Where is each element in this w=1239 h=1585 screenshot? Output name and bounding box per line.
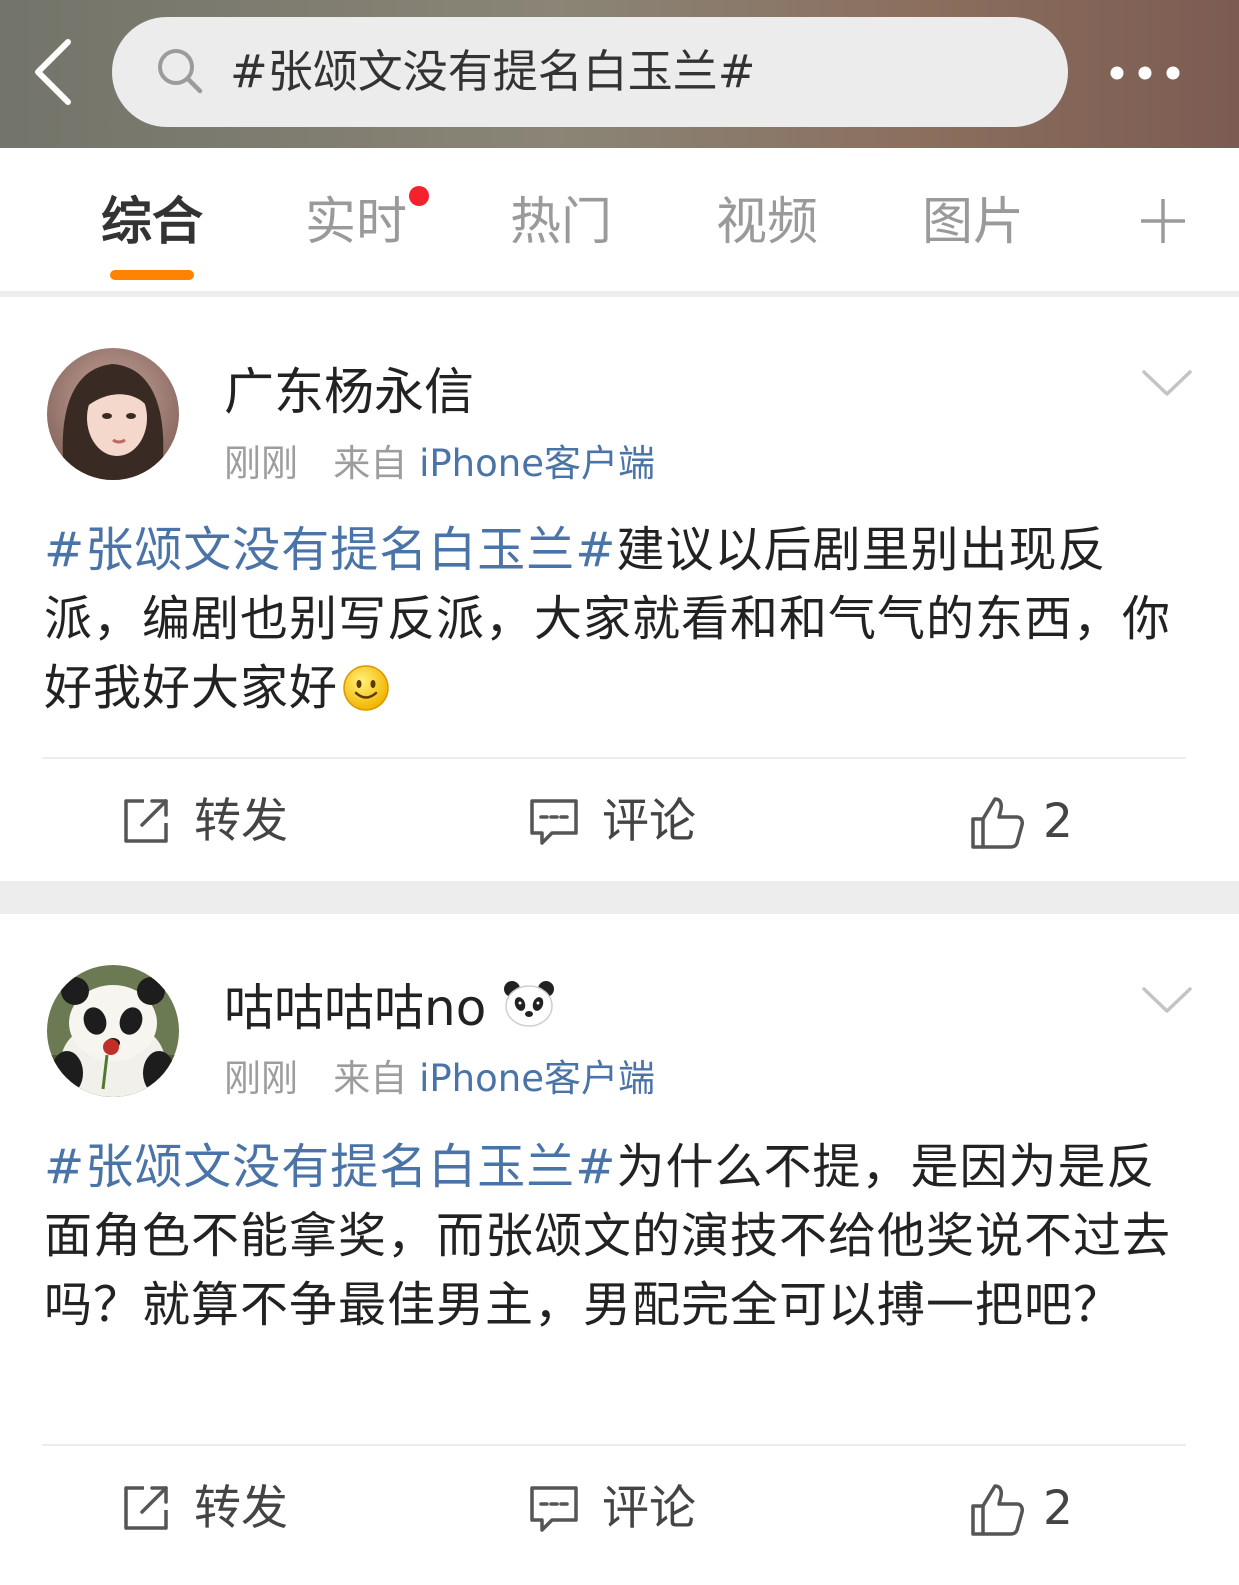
search-input[interactable]: #张颂文没有提名白玉兰#	[112, 17, 1068, 127]
topic-link[interactable]: #张颂文没有提名白玉兰#	[44, 522, 616, 578]
add-tab-plus-icon[interactable]	[1139, 197, 1187, 245]
avatar[interactable]	[47, 965, 179, 1097]
tab-realtime[interactable]: 实时	[276, 148, 436, 291]
source-prefix: 来自	[333, 1057, 408, 1100]
chevron-down-icon[interactable]	[1141, 368, 1193, 398]
repost-button[interactable]: 转发	[120, 787, 320, 857]
more-options-icon[interactable]	[1105, 56, 1193, 90]
post-time: 刚刚	[224, 1057, 298, 1100]
post-meta: 刚刚 来自 iPhone客户端	[224, 433, 655, 487]
username-text: 咕咕咕咕no	[224, 979, 487, 1037]
avatar[interactable]	[47, 348, 179, 480]
repost-label: 转发	[194, 794, 288, 849]
like-count: 2	[1043, 794, 1073, 849]
share-icon	[124, 799, 168, 843]
repost-button[interactable]: 转发	[120, 1474, 320, 1544]
panda-emoji-icon	[502, 979, 556, 1029]
comment-button[interactable]: 评论	[528, 787, 728, 857]
tab-bar: 综合 实时 热门 视频 图片	[0, 148, 1239, 291]
post-source-link[interactable]: iPhone客户端	[419, 442, 655, 485]
search-query-text: #张颂文没有提名白玉兰#	[230, 45, 756, 98]
post-separator	[0, 881, 1239, 914]
comment-label: 评论	[602, 794, 696, 849]
comment-button[interactable]: 评论	[528, 1474, 728, 1544]
repost-label: 转发	[194, 1481, 288, 1536]
thumbs-up-icon	[971, 797, 1024, 849]
search-icon	[154, 45, 206, 97]
notification-dot	[409, 186, 429, 206]
chevron-down-icon[interactable]	[1141, 985, 1193, 1015]
tabs-separator	[0, 291, 1239, 297]
top-search-bar: #张颂文没有提名白玉兰#	[0, 0, 1239, 148]
smile-emoji-icon	[342, 662, 390, 711]
post-meta: 刚刚 来自 iPhone客户端	[224, 1048, 655, 1102]
like-button[interactable]: 2	[969, 1474, 1119, 1544]
like-count: 2	[1043, 1481, 1073, 1536]
comment-icon	[530, 799, 578, 845]
post-divider	[42, 757, 1186, 759]
comment-icon	[530, 1486, 578, 1532]
post-body: #张颂文没有提名白玉兰#建议以后剧里别出现反派，编剧也别写反派，大家就看和和气气…	[44, 516, 1194, 723]
post-source-link[interactable]: iPhone客户端	[419, 1057, 655, 1100]
topic-link[interactable]: #张颂文没有提名白玉兰#	[44, 1139, 616, 1195]
tab-pictures[interactable]: 图片	[893, 148, 1053, 291]
post-divider	[42, 1444, 1186, 1446]
tab-hot[interactable]: 热门	[481, 148, 641, 291]
post-time: 刚刚	[224, 442, 298, 485]
active-tab-indicator	[110, 270, 194, 280]
post-body: #张颂文没有提名白玉兰#为什么不提，是因为是反面角色不能拿奖，而张颂文的演技不给…	[44, 1133, 1194, 1340]
source-prefix: 来自	[333, 442, 408, 485]
username[interactable]: 广东杨永信	[224, 352, 474, 424]
like-button[interactable]: 2	[969, 787, 1119, 857]
tab-video[interactable]: 视频	[687, 148, 847, 291]
back-arrow-icon[interactable]	[22, 34, 86, 110]
comment-label: 评论	[602, 1481, 696, 1536]
username[interactable]: 咕咕咕咕no	[224, 968, 556, 1040]
thumbs-up-icon	[971, 1484, 1024, 1536]
share-icon	[124, 1486, 168, 1530]
